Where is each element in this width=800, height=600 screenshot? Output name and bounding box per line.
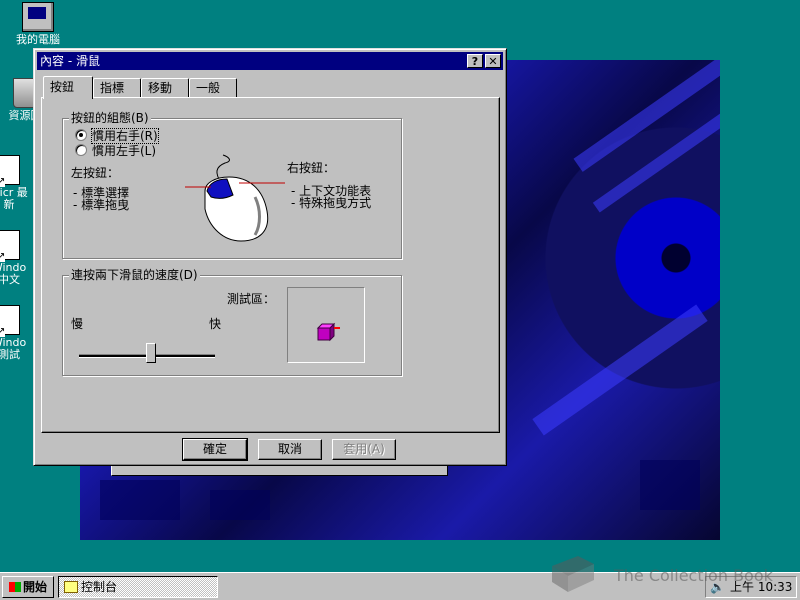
tab-panel: 按鈕的組態(B) 慣用右手(R) 慣用左手(L) 左按鈕： - 標準選擇 - 標…	[41, 97, 500, 433]
ok-button[interactable]: 確定	[182, 438, 248, 461]
desktop-icon-label: Windo 中文	[0, 261, 27, 286]
desktop-icon-label: Windo 測試	[0, 336, 27, 361]
my-computer-icon	[22, 2, 54, 32]
jack-in-box-icon	[316, 322, 340, 342]
left-button-item-2: - 標準拖曳	[73, 198, 130, 212]
background-window-status	[116, 466, 120, 474]
fast-label: 快	[209, 317, 222, 331]
title-bar[interactable]: 內容 - 滑鼠 ? ✕	[37, 52, 503, 70]
taskbar-item-control-panel[interactable]: 控制台	[58, 576, 218, 598]
left-button-heading: 左按鈕：	[71, 166, 120, 180]
slow-label: 慢	[71, 317, 84, 331]
right-handed-label: 慣用右手(R)	[91, 128, 159, 144]
start-label: 開始	[22, 580, 47, 594]
windows-logo-icon	[8, 582, 21, 592]
radio-selected-icon	[75, 129, 87, 141]
button-config-label: 按鈕的組態(B)	[69, 111, 151, 125]
right-button-heading: 右按鈕：	[287, 161, 336, 175]
shortcut-icon	[0, 305, 20, 337]
help-button[interactable]: ?	[467, 54, 483, 68]
apply-button[interactable]: 套用(A)	[332, 439, 396, 460]
left-handed-label: 慣用左手(L)	[92, 144, 157, 158]
tab-buttons[interactable]: 按鈕	[43, 76, 93, 99]
test-area-label: 測試區：	[227, 292, 276, 306]
desktop-icon-label: 我的電腦	[16, 33, 60, 46]
tab-general[interactable]: 一般	[189, 78, 237, 98]
close-button[interactable]: ✕	[485, 54, 501, 68]
shortcut-icon	[0, 155, 20, 187]
right-handed-radio[interactable]: 慣用右手(R)	[75, 128, 159, 144]
background-window[interactable]	[111, 466, 448, 476]
task-label: 控制台	[81, 580, 118, 594]
start-button[interactable]: 開始	[2, 576, 54, 598]
left-handed-radio[interactable]: 慣用左手(L)	[75, 144, 156, 158]
desktop-icon-label: Micr 最新	[0, 186, 28, 211]
right-button-item-2: - 特殊拖曳方式	[291, 196, 372, 210]
control-panel-icon	[64, 581, 78, 593]
button-config-group: 按鈕的組態(B) 慣用右手(R) 慣用左手(L) 左按鈕： - 標準選擇 - 標…	[62, 111, 402, 259]
test-area[interactable]	[287, 287, 365, 363]
double-click-label: 連按兩下滑鼠的速度(D)	[69, 268, 200, 282]
desktop-icon-shortcut-1[interactable]: Micr 最新	[0, 155, 34, 211]
cancel-button[interactable]: 取消	[258, 439, 322, 460]
tab-motion[interactable]: 移動	[141, 78, 189, 98]
radio-unselected-icon	[75, 144, 87, 156]
desktop-icon-shortcut-3[interactable]: Windo 測試	[0, 305, 34, 361]
speed-slider-thumb[interactable]	[145, 343, 156, 363]
watermark: The Collection Book	[548, 552, 788, 596]
desktop-icon-my-computer[interactable]: 我的電腦	[3, 2, 73, 46]
watermark-text: The Collection Book	[614, 566, 773, 585]
tab-pointers[interactable]: 指標	[93, 78, 141, 98]
dialog-title: 內容 - 滑鼠	[40, 54, 100, 68]
shortcut-icon	[0, 230, 20, 262]
book-icon	[552, 556, 594, 592]
desktop-icon-shortcut-2[interactable]: Windo 中文	[0, 230, 34, 286]
mouse-illustration-icon	[185, 154, 285, 242]
double-click-group: 連按兩下滑鼠的速度(D) 慢 快 測試區：	[62, 268, 402, 376]
mouse-properties-dialog: 內容 - 滑鼠 ? ✕ 按鈕 指標 移動 一般 按鈕的組態(B) 慣用右手(R)…	[33, 48, 507, 466]
